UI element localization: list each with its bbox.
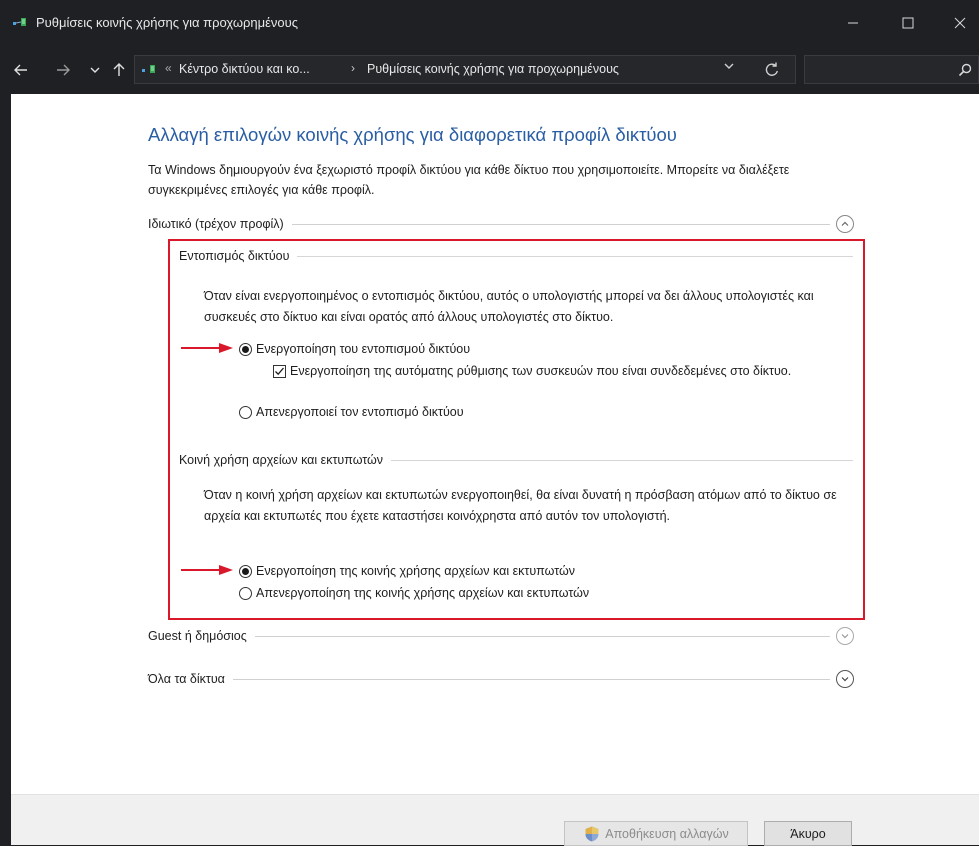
minimize-button[interactable] (838, 10, 868, 36)
turn-on-discovery-label[interactable]: Ενεργοποίηση του εντοπισμού δικτύου (256, 340, 470, 359)
address-dropdown-button[interactable] (723, 60, 735, 75)
chevron-down-icon (90, 67, 100, 73)
radio-empty-icon[interactable] (239, 587, 252, 600)
expand-guest-button[interactable] (836, 627, 854, 645)
auto-setup-label[interactable]: Ενεργοποίηση της αυτόματης ρύθμισης των … (290, 362, 791, 381)
address-toolbar: « Κέντρο δικτύου και κο... › Ρυθμίσεις κ… (0, 46, 979, 94)
file-sharing-label: Κοινή χρήση αρχείων και εκτυπωτών (179, 453, 384, 467)
window-title: Ρυθμίσεις κοινής χρήσης για προχωρημένου… (36, 15, 299, 30)
maximize-icon (902, 17, 914, 29)
profile-private-header[interactable]: Ιδιωτικό (τρέχον προφίλ) (148, 214, 854, 234)
network-discovery-header: Εντοπισμός δικτύου (179, 247, 853, 265)
network-discovery-description: Όταν είναι ενεργοποιημένος ο εντοπισμός … (204, 289, 814, 324)
radio-selected-icon[interactable] (239, 565, 252, 578)
turn-off-discovery-label[interactable]: Απενεργοποιεί τον εντοπισμό δικτύου (256, 403, 464, 422)
breadcrumb-network-center[interactable]: Κέντρο δικτύου και κο... (179, 62, 310, 76)
title-bar: Ρυθμίσεις κοινής χρήσης για προχωρημένου… (0, 0, 979, 46)
breadcrumb-separator[interactable]: › (351, 61, 355, 75)
recent-locations-button[interactable] (84, 59, 106, 81)
file-sharing-description: Όταν η κοινή χρήση αρχείων και εκτυπωτών… (204, 488, 837, 523)
profile-guest-label: Guest ή δημόσιος (148, 629, 247, 643)
radio-empty-icon[interactable] (239, 406, 252, 419)
turn-off-sharing-label[interactable]: Απενεργοποίηση της κοινής χρήσης αρχείων… (256, 584, 589, 603)
checkbox-checked-icon[interactable] (273, 365, 286, 378)
annotation-arrow-icon (181, 343, 233, 353)
arrow-right-icon (57, 64, 70, 76)
turn-on-sharing-radio[interactable]: Ενεργοποίηση της κοινής χρήσης αρχείων κ… (239, 562, 575, 581)
network-discovery-label: Εντοπισμός δικτύου (179, 249, 290, 263)
save-changes-label: Αποθήκευση αλλαγών (605, 826, 729, 841)
auto-setup-checkbox[interactable]: Ενεργοποίηση της αυτόματης ρύθμισης των … (273, 362, 853, 381)
profile-guest-header[interactable]: Guest ή δημόσιος (148, 626, 854, 646)
breadcrumb-advanced-sharing[interactable]: Ρυθμίσεις κοινής χρήσης για προχωρημένου… (367, 62, 619, 76)
divider (291, 223, 830, 225)
settings-content: Αλλαγή επιλογών κοινής χρήσης για διαφορ… (11, 94, 979, 794)
close-icon (954, 17, 966, 29)
profile-private-label: Ιδιωτικό (τρέχον προφίλ) (148, 217, 284, 231)
chevron-down-icon (841, 677, 849, 682)
search-input[interactable] (804, 55, 979, 84)
radio-selected-icon[interactable] (239, 343, 252, 356)
cancel-button[interactable]: Άκυρο (764, 821, 852, 846)
chevron-down-icon (841, 634, 849, 639)
divider (254, 635, 830, 637)
profile-all-header[interactable]: Όλα τα δίκτυα (148, 669, 854, 689)
turn-on-discovery-radio[interactable]: Ενεργοποίηση του εντοπισμού δικτύου (239, 340, 470, 359)
arrow-up-icon (113, 63, 125, 76)
annotation-arrow-icon (181, 565, 233, 575)
refresh-icon[interactable] (763, 61, 781, 79)
close-button[interactable] (945, 10, 975, 36)
expand-all-button[interactable] (836, 670, 854, 688)
collapse-private-button[interactable] (836, 215, 854, 233)
page-title: Αλλαγή επιλογών κοινής χρήσης για διαφορ… (148, 124, 677, 145)
turn-off-sharing-radio[interactable]: Απενεργοποίηση της κοινής χρήσης αρχείων… (239, 584, 589, 603)
arrow-left-icon (14, 64, 27, 76)
chevron-down-icon (724, 63, 734, 69)
network-center-icon (142, 65, 155, 73)
page-intro: Τα Windows δημιουργούν ένα ξεχωριστό προ… (148, 163, 790, 197)
back-button[interactable] (10, 59, 32, 81)
file-sharing-header: Κοινή χρήση αρχείων και εκτυπωτών (179, 451, 853, 469)
network-center-icon (13, 18, 26, 26)
forward-button[interactable] (52, 59, 74, 81)
profile-all-label: Όλα τα δίκτυα (148, 672, 225, 686)
breadcrumb-overflow[interactable]: « (165, 61, 172, 75)
dialog-footer: Αποθήκευση αλλαγών Άκυρο (11, 794, 979, 846)
divider (391, 459, 853, 461)
minimize-icon (848, 22, 858, 24)
divider (232, 678, 830, 680)
cancel-label: Άκυρο (790, 826, 826, 841)
chevron-up-icon (841, 221, 849, 226)
maximize-button[interactable] (893, 10, 923, 36)
save-changes-button[interactable]: Αποθήκευση αλλαγών (564, 821, 748, 846)
turn-on-sharing-label[interactable]: Ενεργοποίηση της κοινής χρήσης αρχείων κ… (256, 562, 575, 581)
up-button[interactable] (108, 59, 130, 81)
address-path[interactable]: « Κέντρο δικτύου και κο... › Ρυθμίσεις κ… (134, 55, 796, 84)
search-icon (958, 63, 972, 77)
turn-off-discovery-radio[interactable]: Απενεργοποιεί τον εντοπισμό δικτύου (239, 403, 464, 422)
divider (297, 255, 853, 257)
uac-shield-icon (585, 826, 599, 841)
